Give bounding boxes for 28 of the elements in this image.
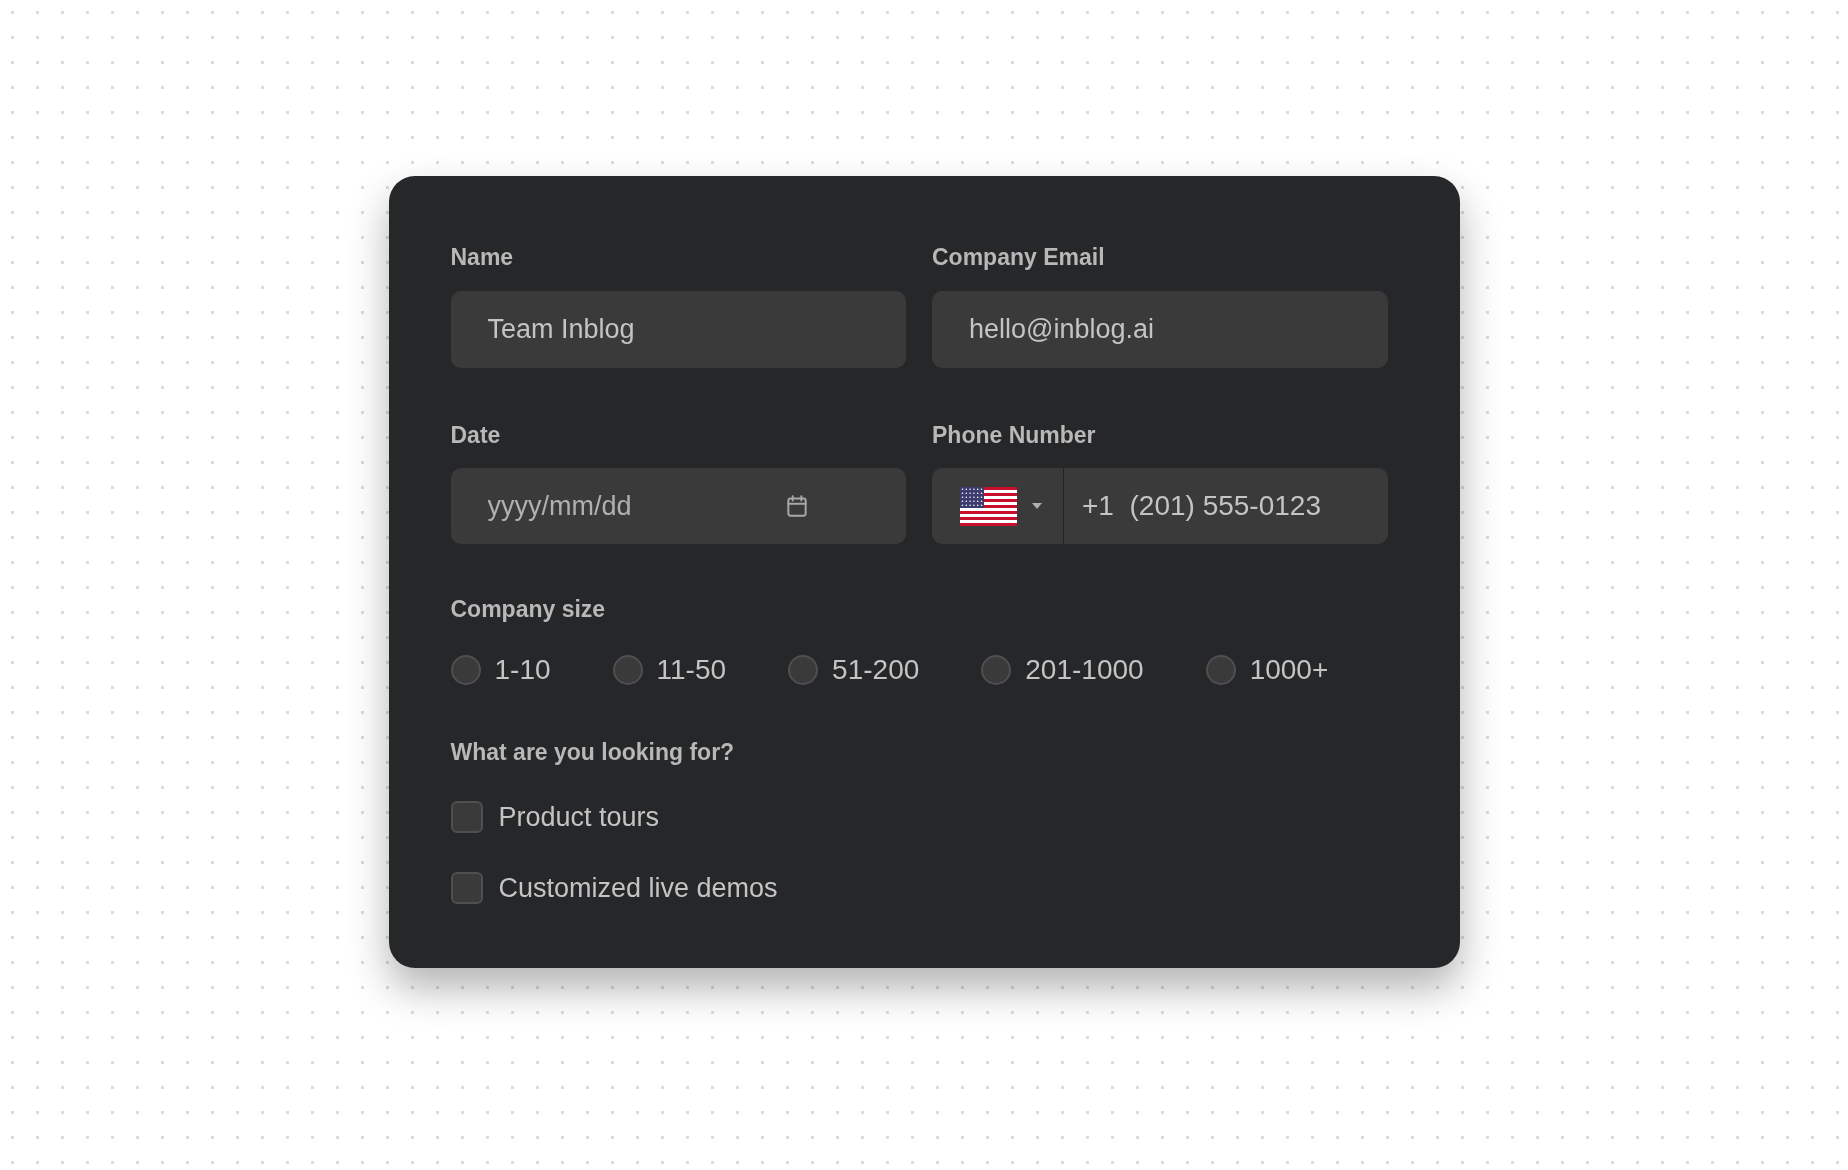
field-label: Company Email bbox=[932, 243, 1106, 272]
checkbox-option[interactable]: Customized live demos bbox=[450, 867, 1398, 908]
radio-option[interactable]: 1000+ bbox=[1205, 648, 1329, 691]
field-label: Date bbox=[450, 420, 502, 450]
radio-button[interactable] bbox=[450, 654, 481, 685]
field-label: Phone Number bbox=[932, 420, 1097, 450]
checkbox-option[interactable]: Product tours bbox=[450, 797, 1398, 838]
group-label: What are you looking for? bbox=[450, 737, 736, 767]
text-field[interactable]: Team Inblog bbox=[450, 290, 906, 368]
date-field[interactable]: yyyy/mm/dd bbox=[450, 468, 906, 544]
text-field[interactable]: hello@inblog.ai bbox=[932, 290, 1388, 368]
radio-option[interactable]: 51-200 bbox=[788, 648, 920, 691]
flag-icon bbox=[960, 486, 1017, 526]
radio-option[interactable]: 201-1000 bbox=[981, 648, 1144, 691]
caret-icon bbox=[1031, 502, 1043, 510]
field-label: Name bbox=[450, 243, 515, 272]
phone-field[interactable]: +1 (201) 555-0123 bbox=[1064, 468, 1388, 544]
radio-option[interactable]: 1-10 bbox=[450, 648, 551, 691]
radio-button[interactable] bbox=[788, 654, 819, 685]
radio-button[interactable] bbox=[612, 654, 643, 685]
radio-button[interactable] bbox=[1205, 654, 1236, 685]
group-label: Company size bbox=[450, 595, 607, 624]
checkbox[interactable] bbox=[450, 801, 483, 834]
radio-button[interactable] bbox=[981, 654, 1012, 685]
calendar-icon[interactable] bbox=[784, 493, 810, 519]
checkbox[interactable] bbox=[450, 871, 483, 904]
country-select[interactable] bbox=[932, 468, 1064, 544]
radio-option[interactable]: 11-50 bbox=[612, 648, 727, 691]
